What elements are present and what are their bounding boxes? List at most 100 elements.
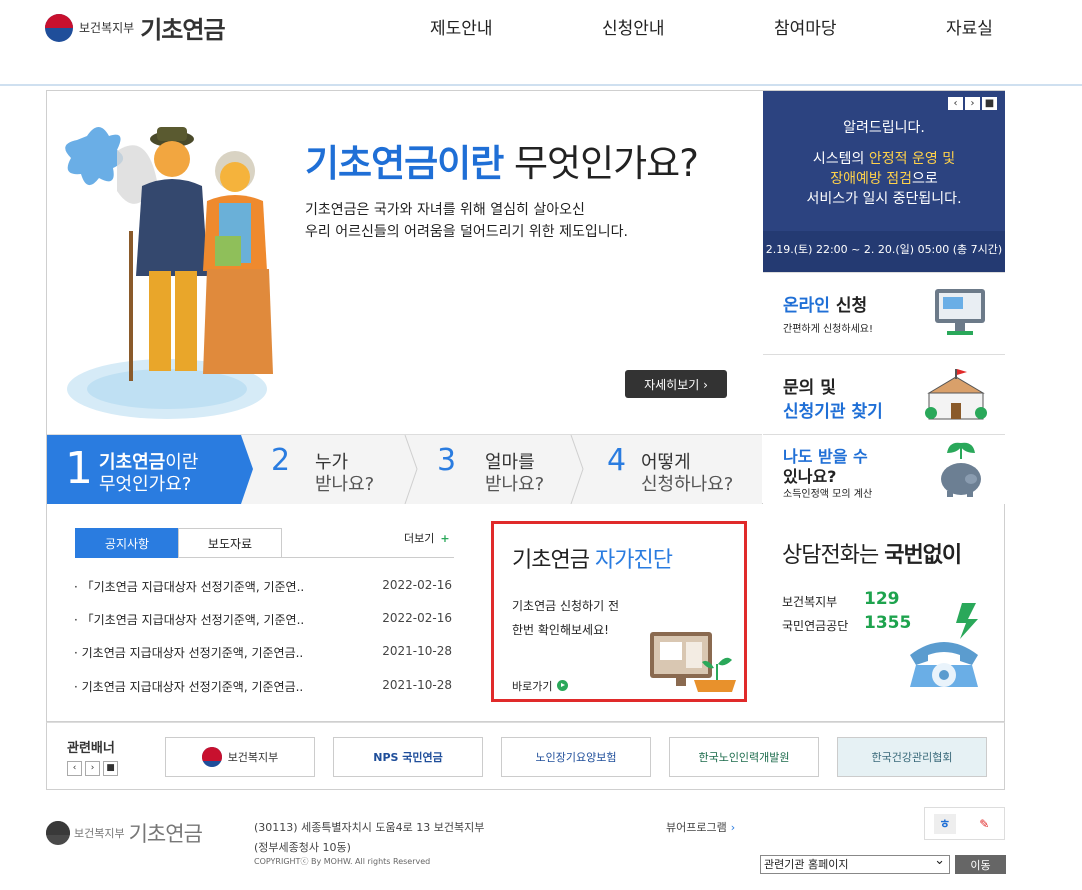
news-title: · 기초연금 지급대상자 선정기준액, 기준연금..: [74, 680, 304, 694]
notice-line1-a: 시스템의: [812, 151, 869, 167]
elderly-couple-illustration: [65, 127, 273, 419]
go-button[interactable]: 이동: [955, 855, 1006, 874]
pdf-viewer-icon[interactable]: ✎: [973, 814, 995, 834]
phone-title-a: 상담전화는: [782, 543, 885, 568]
step-tab-4[interactable]: 4 어떻게 신청하나요?: [597, 435, 762, 504]
self-check-go-link[interactable]: 바로가기: [512, 678, 569, 694]
banner-nps[interactable]: NPS 국민연금: [333, 737, 483, 777]
stop-icon[interactable]: ■: [103, 761, 118, 776]
step-3-number: 3: [437, 443, 457, 478]
notice-banner[interactable]: ‹ › ■ 알려드립니다. 시스템의 안정적 운영 및 장애예방 점검으로 서비…: [763, 91, 1005, 272]
hero-description: 기초연금은 국가와 자녀를 위해 열심히 살아오신 우리 어르신들의 어려움을 …: [305, 199, 628, 243]
footer-brand: 기초연금: [128, 822, 203, 846]
list-item[interactable]: · 기초연금 지급대상자 선정기준액, 기준연금.. 2021-10-28: [74, 644, 456, 662]
list-item[interactable]: · 「기초연금 지급대상자 선정기준액, 기준연.. 2022-02-16: [74, 578, 456, 596]
nav-participation[interactable]: 참여마당: [774, 14, 837, 39]
step-tabs: 1 기초연금이란 무엇인가요? 2 누가 받나요? 3 얼마를 받나요? 4 어…: [47, 434, 762, 504]
list-item[interactable]: · 기초연금 지급대상자 선정기준액, 기준연금.. 2021-10-28: [74, 678, 456, 696]
step-tab-2[interactable]: 2 누가 받나요?: [261, 435, 411, 504]
step-1-line2: 무엇인가요?: [99, 474, 192, 495]
prev-arrow-icon[interactable]: ‹: [67, 761, 82, 776]
phone-label: 보건복지부: [782, 595, 838, 609]
phone-number[interactable]: 129: [864, 589, 900, 609]
notice-title: 알려드립니다.: [843, 120, 925, 136]
find-agency-line2: 신청기관 찾기: [783, 402, 883, 422]
eligibility-line2: 있나요?: [783, 467, 837, 486]
online-apply-title: 온라인 신청: [783, 291, 867, 316]
taeguk-logo-icon: [46, 821, 70, 845]
footer-address: (30113) 세종특별자치시 도움4로 13 보건복지부 (정부세종청사 10…: [254, 818, 484, 858]
tab-notices[interactable]: 공지사항: [75, 528, 179, 558]
hero-more-button[interactable]: 자세히보기 ›: [625, 370, 727, 398]
banner-ltc[interactable]: 노인장기요양보험: [501, 737, 651, 777]
tab-press[interactable]: 보도자료: [178, 528, 282, 558]
notice-line3: 서비스가 일시 중단됩니다.: [806, 191, 962, 207]
online-apply-title-rest: 신청: [829, 296, 868, 316]
step-tab-3[interactable]: 3 얼마를 받나요?: [429, 435, 579, 504]
phone-consult-box: 상담전화는 국번없이 보건복지부 129 국민연금공단 1355: [762, 505, 1004, 721]
taeguk-logo-icon: [201, 747, 222, 767]
step-1-number: 1: [65, 443, 93, 494]
self-check-desc: 기초연금 신청하기 전 한번 확인해보세요!: [512, 594, 619, 642]
self-check-go-label: 바로가기: [512, 680, 553, 693]
hwp-viewer-icon[interactable]: ㅎ: [933, 813, 956, 834]
more-link[interactable]: 더보기 +: [404, 530, 450, 546]
more-label: 더보기: [404, 532, 435, 545]
notice-schedule: 2.19.(토) 22:00 ~ 2. 20.(일) 05:00 (총 7시간): [765, 243, 1003, 256]
banner-controls: ‹ › ■: [67, 761, 118, 776]
find-agency-line1: 문의 및: [783, 378, 836, 398]
footer-address-line2: (정부세종청사 10동): [254, 841, 351, 854]
prev-arrow-icon[interactable]: ‹: [948, 97, 963, 110]
news-date: 2021-10-28: [382, 644, 452, 658]
next-arrow-icon[interactable]: ›: [85, 761, 100, 776]
nav-application-info[interactable]: 신청안내: [602, 14, 665, 39]
phone-row-mohw: 보건복지부 129: [782, 589, 900, 610]
plus-icon: +: [440, 532, 450, 545]
footer-ministry: 보건복지부: [74, 827, 125, 840]
hero-title-highlight: 기초연금이란: [305, 142, 504, 185]
notice-body: 시스템의 안정적 운영 및 장애예방 점검으로 서비스가 일시 중단됩니다.: [763, 149, 1005, 209]
building-icon: [925, 369, 987, 420]
banner-kahp[interactable]: 한국건강관리협회: [837, 737, 987, 777]
phone-row-nps: 국민연금공단 1355: [782, 613, 911, 634]
related-sites-select[interactable]: 관련기관 홈페이지: [760, 852, 950, 874]
phone-title: 상담전화는 국번없이: [782, 537, 962, 569]
online-apply-title-blue: 온라인: [783, 296, 830, 316]
online-apply-box[interactable]: 온라인 신청 간편하게 신청하세요!: [763, 272, 1005, 354]
hero-desc-line1: 기초연금은 국가와 자녀를 위해 열심히 살아오신: [305, 202, 585, 218]
self-check-desc1: 기초연금 신청하기 전: [512, 599, 619, 613]
nav-resources[interactable]: 자료실: [946, 14, 993, 39]
step-4-number: 4: [607, 443, 627, 478]
news-date: 2022-02-16: [382, 611, 452, 625]
banner-kordi[interactable]: 한국노인인력개발원: [669, 737, 819, 777]
list-item[interactable]: · 「기초연금 지급대상자 선정기준액, 기준연.. 2022-02-16: [74, 611, 456, 629]
phone-label: 국민연금공단: [782, 619, 849, 633]
hero-title-rest: 무엇인가요?: [503, 142, 699, 185]
self-check-box[interactable]: 기초연금 자가진단 기초연금 신청하기 전 한번 확인해보세요! 바로가기: [491, 521, 747, 702]
phone-title-b: 국번없이: [884, 543, 962, 568]
eligibility-box[interactable]: 나도 받을 수 있나요? 소득인정액 모의 계산: [763, 434, 1005, 504]
nav-system-info[interactable]: 제도안내: [430, 14, 493, 39]
eligibility-subtitle: 소득인정액 모의 계산: [783, 489, 873, 500]
monitor-calendar-icon: [650, 632, 736, 692]
self-check-title-a: 기초연금: [512, 548, 595, 573]
telephone-icon: [910, 603, 978, 687]
related-banners: 관련배너 ‹ › ■ 보건복지부 NPS 국민연금 노인장기요양보험 한국노인인…: [46, 722, 1005, 790]
step-2-line2: 받나요?: [315, 474, 375, 495]
hero-desc-line2: 우리 어르신들의 어려움을 덜어드리기 위한 제도입니다.: [305, 224, 628, 240]
viewer-program-link[interactable]: 뷰어프로그램 ›: [666, 819, 735, 835]
hero-title: 기초연금이란 무엇인가요?: [305, 133, 699, 187]
step-tab-1[interactable]: 1 기초연금이란 무엇인가요?: [47, 435, 247, 504]
tab-underline: [178, 557, 454, 558]
find-agency-box[interactable]: 문의 및 신청기관 찾기: [763, 354, 1005, 434]
banner-mohw[interactable]: 보건복지부: [165, 737, 315, 777]
site-header: 보건복지부 기초연금 제도안내 신청안내 참여마당 자료실: [0, 0, 1082, 86]
self-check-title-b: 자가진단: [594, 548, 673, 573]
self-check-desc2: 한번 확인해보세요!: [512, 623, 609, 637]
next-arrow-icon[interactable]: ›: [965, 97, 980, 110]
news-title: · 기초연금 지급대상자 선정기준액, 기준연금..: [74, 646, 304, 660]
notice-line2-a: 장애예방 점검: [830, 171, 912, 187]
news-title: · 「기초연금 지급대상자 선정기준액, 기준연..: [74, 580, 305, 594]
stop-icon[interactable]: ■: [982, 97, 997, 110]
notice-line1-b: 안정적 운영 및: [868, 151, 956, 167]
